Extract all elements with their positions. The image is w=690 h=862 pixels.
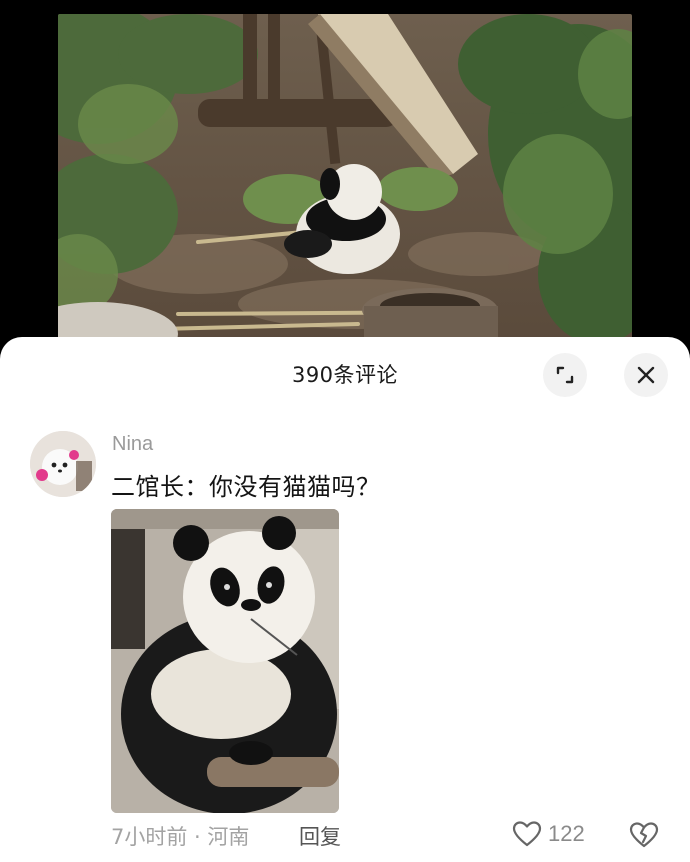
panda-enclosure-scene: [58, 14, 632, 345]
avatar[interactable]: [30, 431, 96, 497]
comment-time-location: 7小时前 · 河南: [111, 825, 250, 849]
dislike-button[interactable]: [628, 820, 660, 854]
comment-meta: 7小时前 · 河南: [111, 821, 249, 851]
reply-button[interactable]: 回复: [299, 821, 341, 851]
heart-icon: [512, 821, 542, 847]
avatar-image: [30, 431, 96, 497]
comment-text: 二馆长：你没有猫猫吗？: [111, 473, 381, 501]
expand-icon: [556, 366, 574, 384]
panda-photo: [111, 509, 339, 813]
comment-author[interactable]: Nina: [112, 433, 153, 456]
video-frame: [58, 14, 632, 345]
close-icon: [637, 366, 655, 384]
like-button[interactable]: 122: [512, 820, 585, 848]
video-player[interactable]: [0, 0, 690, 345]
broken-heart-icon: [629, 822, 659, 848]
close-button[interactable]: [624, 353, 668, 397]
like-count: 122: [548, 821, 585, 846]
comment-image[interactable]: [111, 509, 339, 813]
comments-sheet: 390条评论: [0, 337, 690, 862]
expand-button[interactable]: [543, 353, 587, 397]
